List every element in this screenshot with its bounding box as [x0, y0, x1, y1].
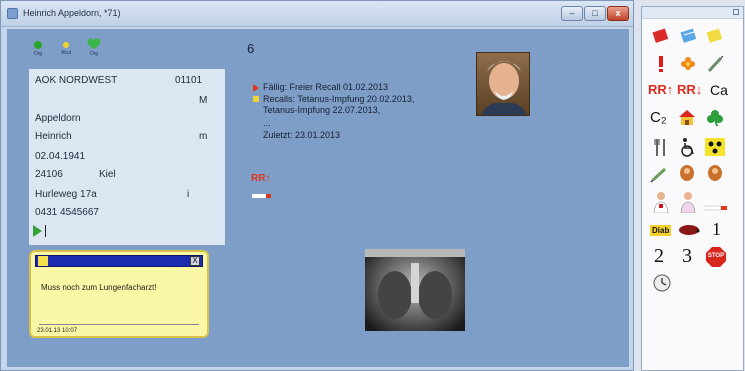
bone-icon-1[interactable]	[678, 163, 696, 183]
last-name: Appeldorn	[35, 113, 81, 124]
note-close-button[interactable]: X	[190, 256, 200, 266]
yellow-note-icon[interactable]	[706, 27, 724, 45]
wheelchair-icon[interactable]	[678, 137, 698, 157]
status-org-1[interactable]: Org	[29, 37, 47, 57]
minimize-button[interactable]: –	[561, 6, 583, 21]
panel-pin-button[interactable]	[733, 9, 739, 15]
window-title: Heinrich Appeldorn, *71)	[23, 8, 121, 18]
xray-image[interactable]	[365, 249, 465, 331]
insurance-name: AOK NORDWEST	[35, 75, 118, 86]
bone-icon-2[interactable]	[706, 163, 724, 183]
recall-line-2: Tetanus-Impfung 22.07.2013,	[263, 105, 381, 115]
city: Kiel	[99, 169, 116, 180]
diab-icon[interactable]: Diab	[650, 225, 672, 236]
blind-badge-icon[interactable]	[705, 138, 725, 156]
note-divider	[39, 324, 199, 325]
gender: m	[199, 131, 208, 142]
ca-icon[interactable]: Ca	[710, 82, 728, 98]
status-akut[interactable]: Akut	[57, 37, 75, 56]
clock-icon[interactable]	[652, 273, 672, 293]
flower-icon[interactable]	[679, 55, 697, 73]
street-flag: i	[187, 189, 190, 200]
postal-code: 24106	[35, 169, 63, 180]
rr-up-icon[interactable]: RR↑	[648, 82, 673, 97]
note-icon	[38, 256, 48, 266]
status-org-2[interactable]: Org	[85, 37, 103, 57]
recall-block: Fällig: Freier Recall 01.02.2013 Recalls…	[253, 82, 483, 140]
stop-icon[interactable]: STOP	[706, 247, 726, 267]
text-cursor	[45, 225, 46, 237]
patient-photo[interactable]	[476, 52, 530, 116]
maximize-button[interactable]: □	[584, 6, 606, 21]
recall-line-1: Recalls: Tetanus-Impfung 20.02.2013,	[263, 94, 415, 104]
due-arrow-icon	[253, 84, 259, 92]
note-header[interactable]: X	[35, 255, 203, 267]
title-bar[interactable]: Heinrich Appeldorn, *71) – □ x	[1, 1, 633, 27]
note-date: 23.01.13 10:07	[37, 328, 78, 334]
patient-window: Heinrich Appeldorn, *71) – □ x Org Akut …	[0, 0, 634, 371]
play-icon[interactable]	[33, 225, 42, 237]
clover-icon[interactable]	[706, 109, 724, 127]
app-icon	[7, 8, 18, 19]
blue-notepad-icon[interactable]	[680, 27, 698, 45]
cutlery-icon[interactable]	[652, 137, 670, 157]
sticky-note[interactable]: X Muss noch zum Lungenfacharzt! 23.01.13…	[29, 250, 209, 338]
c2-icon[interactable]: C₂	[650, 109, 667, 126]
symbol-panel: RR↑ RR↓ Ca C₂ Diab 1 2 3 STOP	[641, 6, 744, 371]
nurse-icon[interactable]	[679, 191, 697, 214]
pen-icon[interactable]	[650, 165, 670, 183]
recall-last: Zuletzt: 23.01.2013	[263, 130, 341, 140]
patient-card[interactable]: AOK NORDWEST 01101 M Appeldorn Heinrich …	[29, 69, 225, 245]
rr-indicator[interactable]: RR↑	[251, 173, 270, 184]
green-heart-icon	[88, 39, 100, 49]
first-name: Heinrich	[35, 131, 72, 142]
syringe-icon[interactable]	[706, 55, 724, 73]
recall-due: Fällig: Freier Recall 01.02.2013	[263, 82, 389, 92]
counter-label: 6	[247, 41, 255, 56]
hedgehog-icon[interactable]	[678, 222, 700, 236]
cigarette-icon[interactable]	[252, 194, 271, 198]
note-text: Muss noch zum Lungenfacharzt!	[41, 283, 157, 292]
close-button[interactable]: x	[607, 6, 629, 21]
status-icons: Org Akut Org	[29, 37, 109, 67]
doctor-icon[interactable]	[652, 191, 670, 214]
number-two-icon[interactable]: 2	[654, 245, 664, 268]
street: Hurleweg 17a	[35, 189, 97, 200]
yellow-dot-icon	[63, 42, 69, 48]
recall-square-icon	[253, 96, 259, 102]
number-three-icon[interactable]: 3	[682, 245, 692, 268]
xray-drawing	[365, 249, 465, 319]
phone: 0431 4545667	[35, 207, 99, 218]
number-one-icon[interactable]: 1	[712, 219, 721, 240]
status-code: M	[199, 95, 208, 106]
green-dot-icon	[34, 41, 42, 49]
rr-down-icon[interactable]: RR↓	[677, 82, 702, 97]
birth-date: 02.04.1941	[35, 151, 86, 162]
panel-header	[642, 7, 743, 19]
cigarette-panel-icon[interactable]	[704, 199, 727, 211]
house-icon[interactable]	[678, 109, 696, 127]
stop-label: STOP	[707, 253, 725, 259]
exclamation-icon[interactable]	[656, 55, 666, 73]
patient-photo-image	[481, 61, 527, 115]
insurance-number: 01101	[175, 75, 203, 86]
red-book-icon[interactable]	[652, 27, 670, 45]
recall-separator: ...	[263, 118, 271, 128]
